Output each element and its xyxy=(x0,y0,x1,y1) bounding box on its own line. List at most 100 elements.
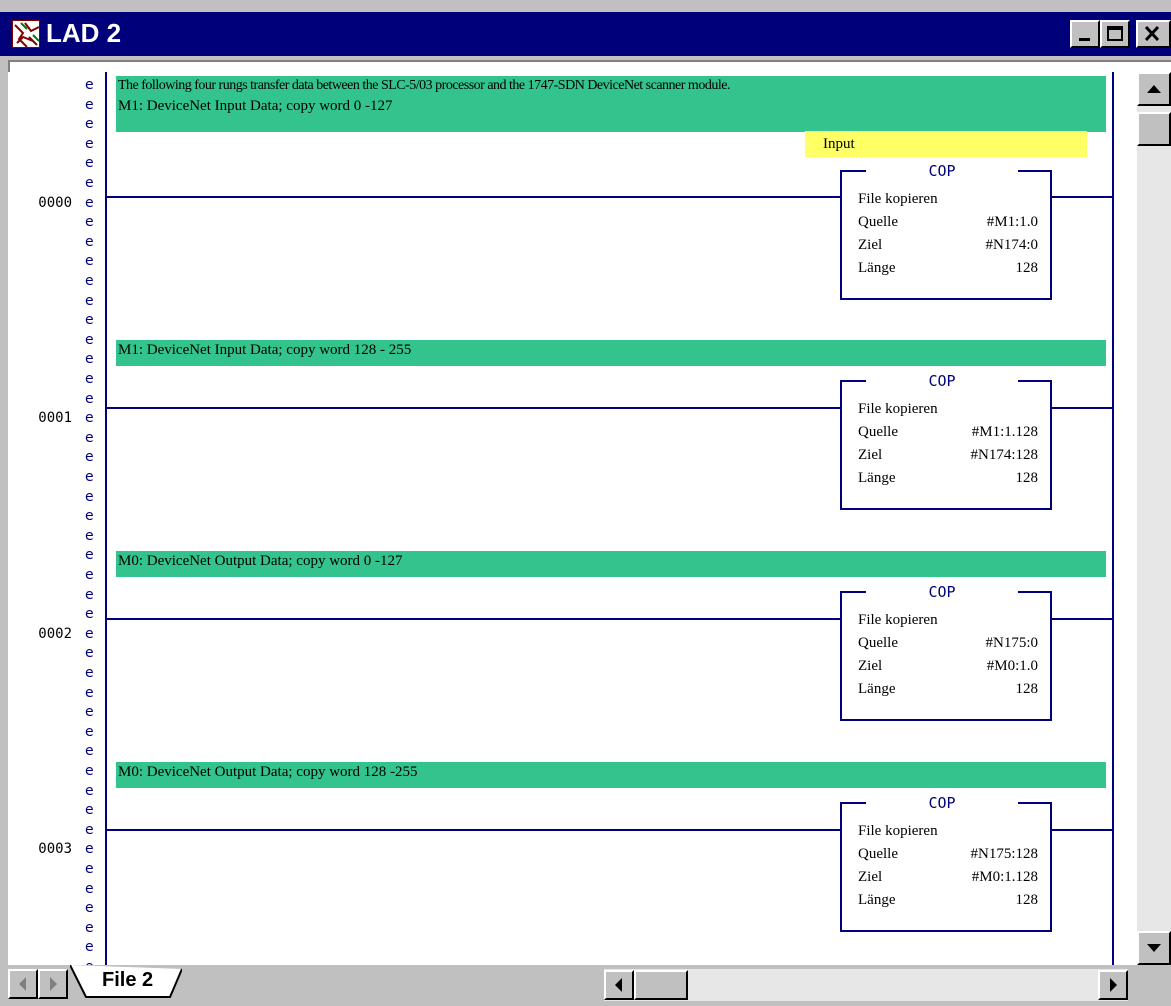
row-marker: e xyxy=(85,645,94,662)
rung-comment[interactable]: M0: DeviceNet Output Data; copy word 0 -… xyxy=(116,551,1106,577)
cop-instruction[interactable]: COP File kopieren Quelle #M1:1.0 Ziel #N17… xyxy=(840,162,1052,300)
source-value[interactable]: #M1:1.0 xyxy=(987,211,1038,233)
comment-line: The following four rungs transfer data b… xyxy=(118,78,730,93)
length-value[interactable]: 128 xyxy=(1016,467,1039,489)
tab-scroll-left-button[interactable] xyxy=(8,969,38,999)
row-marker: e xyxy=(85,900,94,917)
dest-label: Ziel xyxy=(858,869,883,885)
maximize-icon xyxy=(1107,26,1123,41)
dest-value[interactable]: #M0:1.128 xyxy=(972,866,1038,888)
instruction-description: File kopieren xyxy=(858,823,938,839)
row-marker: e xyxy=(85,116,94,133)
rung-number[interactable]: 0002 xyxy=(8,625,72,643)
row-marker: e xyxy=(85,429,94,446)
tab-label: File 2 xyxy=(102,969,154,991)
length-value[interactable]: 128 xyxy=(1016,889,1039,911)
row-marker: e xyxy=(85,743,94,760)
close-icon xyxy=(1144,25,1160,42)
right-power-rail xyxy=(1112,72,1114,965)
cop-instruction[interactable]: COP File kopieren Quelle #N175:0 Ziel #M0:… xyxy=(840,583,1052,721)
scroll-left-button[interactable] xyxy=(604,970,634,1000)
rung-number[interactable]: 0001 xyxy=(8,409,72,427)
source-value[interactable]: #M1:1.128 xyxy=(972,421,1038,443)
tab-scroll-right-button[interactable] xyxy=(38,969,68,999)
dest-label: Ziel xyxy=(858,447,883,463)
row-marker: e xyxy=(85,410,94,427)
row-marker: e xyxy=(85,527,94,544)
row-marker: e xyxy=(85,488,94,505)
bottom-bar: File 2 xyxy=(8,965,1171,1005)
scroll-right-button[interactable] xyxy=(1098,970,1128,1000)
symbol-label[interactable]: Input xyxy=(805,131,1087,157)
title-bar[interactable]: LAD 2 xyxy=(0,12,1171,56)
window-title: LAD 2 xyxy=(46,18,122,48)
row-marker: e xyxy=(85,469,94,485)
row-marker: e xyxy=(85,135,94,152)
arrow-right-icon xyxy=(1110,978,1117,992)
row-marker: e xyxy=(85,214,94,231)
row-marker: e xyxy=(85,821,94,838)
row-marker: e xyxy=(85,919,94,936)
row-marker: e xyxy=(85,567,94,583)
row-marker: e xyxy=(85,331,94,348)
ladder-editor[interactable]: e e e e e e e 0000 e e e e e e e e e e e 0001 e e e e e e e e e e e 000… xyxy=(8,72,1137,965)
instruction-description: File kopieren xyxy=(858,401,938,417)
source-value[interactable]: #N175:0 xyxy=(986,632,1039,654)
row-marker: e xyxy=(85,880,94,897)
maximize-button[interactable] xyxy=(1100,20,1130,48)
row-marker: e xyxy=(85,684,94,701)
minimize-button[interactable] xyxy=(1070,20,1100,48)
row-marker: e xyxy=(85,958,97,965)
rung-comment[interactable]: The following four rungs transfer data b… xyxy=(116,76,1106,132)
row-marker: e xyxy=(85,175,94,191)
arrow-left-icon xyxy=(615,978,622,992)
row-marker: e xyxy=(85,77,94,93)
row-marker: e xyxy=(85,273,94,289)
cop-instruction[interactable]: COP File kopieren Quelle #M1:1.128 Ziel #N… xyxy=(840,372,1052,510)
tab-file-2[interactable]: File 2 xyxy=(70,965,210,999)
vertical-scrollbar[interactable] xyxy=(1137,72,1171,965)
source-value[interactable]: #N175:128 xyxy=(971,843,1039,865)
row-marker: e xyxy=(85,508,94,525)
row-marker: e xyxy=(85,449,94,466)
size-grip[interactable] xyxy=(1132,969,1171,1005)
comment-line: M1: DeviceNet Input Data; copy word 0 -1… xyxy=(118,98,393,114)
horizontal-scroll-thumb[interactable] xyxy=(634,970,688,1000)
arrow-up-icon xyxy=(1147,85,1161,93)
source-label: Quelle xyxy=(858,635,898,651)
arrow-left-icon xyxy=(19,977,26,991)
horizontal-scrollbar[interactable] xyxy=(604,969,1128,1001)
rung-comment[interactable]: M0: DeviceNet Output Data; copy word 128… xyxy=(116,762,1106,788)
length-value[interactable]: 128 xyxy=(1016,678,1039,700)
row-marker: e xyxy=(85,292,94,309)
instruction-name: COP xyxy=(924,794,960,812)
length-label: Länge xyxy=(858,470,896,486)
cop-instruction[interactable]: COP File kopieren Quelle #N175:128 Ziel #M… xyxy=(840,794,1052,932)
instruction-description: File kopieren xyxy=(858,612,938,628)
rung-number[interactable]: 0003 xyxy=(8,840,72,858)
scroll-thumb[interactable] xyxy=(1137,112,1171,146)
length-label: Länge xyxy=(858,681,896,697)
dest-value[interactable]: #N174:128 xyxy=(971,444,1039,466)
row-marker: e xyxy=(85,96,94,113)
length-value[interactable]: 128 xyxy=(1016,257,1039,279)
dest-label: Ziel xyxy=(858,237,883,253)
scroll-up-button[interactable] xyxy=(1137,72,1171,106)
minimize-icon xyxy=(1079,38,1090,41)
rung-line xyxy=(1052,618,1112,620)
row-marker: e xyxy=(85,802,94,819)
source-label: Quelle xyxy=(858,214,898,230)
ladder-app-icon[interactable] xyxy=(12,20,40,48)
dest-value[interactable]: #M0:1.0 xyxy=(987,655,1038,677)
comment-line: M0: DeviceNet Output Data; copy word 0 -… xyxy=(118,553,403,569)
length-label: Länge xyxy=(858,260,896,276)
dest-value[interactable]: #N174:0 xyxy=(986,234,1039,256)
rung-line xyxy=(1052,407,1112,409)
scroll-down-button[interactable] xyxy=(1137,931,1171,965)
source-label: Quelle xyxy=(858,424,898,440)
row-marker: e xyxy=(85,371,94,387)
close-button[interactable] xyxy=(1136,20,1171,48)
rung-number[interactable]: 0000 xyxy=(8,194,72,212)
rung-comment[interactable]: M1: DeviceNet Input Data; copy word 128 … xyxy=(116,340,1106,366)
row-marker: e xyxy=(85,704,94,721)
